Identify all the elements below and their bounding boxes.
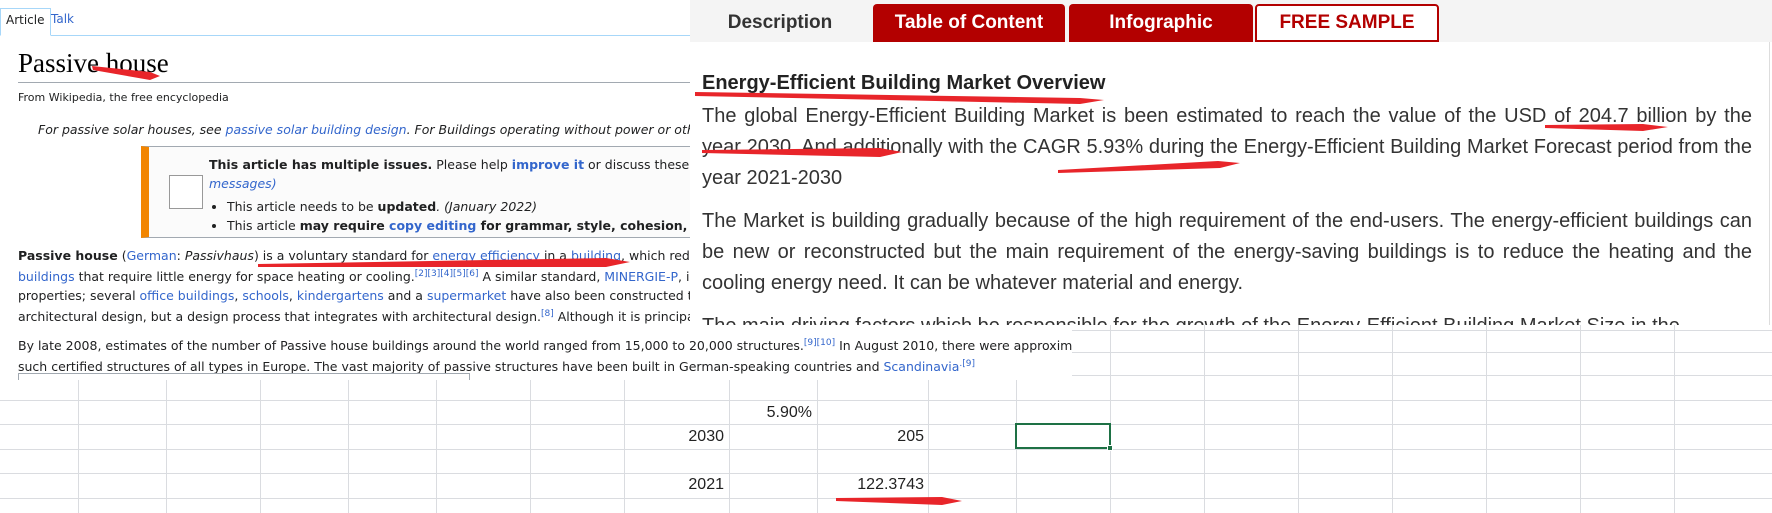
grid-row-line (0, 473, 1772, 474)
building-link[interactable]: building (571, 248, 621, 263)
report-tab-bar: Description Table of Content Infographic… (690, 0, 1772, 42)
wiki-tagline: From Wikipedia, the free encyclopedia (18, 91, 229, 104)
term-bold: Passive house (18, 248, 118, 263)
tab-infographic[interactable]: Infographic (1069, 4, 1253, 42)
issue-item-date: . (January 2022) (436, 199, 538, 214)
cell-value-end[interactable]: 205 (820, 428, 924, 446)
infobox-edge (18, 373, 470, 380)
grid-row-line (0, 498, 1772, 499)
panel-edge (1769, 42, 1770, 325)
hatnote-pre: For passive solar houses, see (38, 122, 226, 137)
tab-article[interactable]: Article (0, 8, 51, 36)
report-heading: Energy-Efficient Building Market Overvie… (702, 72, 1106, 94)
cell-cagr[interactable]: 5.90% (740, 404, 812, 422)
citation-refs[interactable]: [2][3][4][5][6] (415, 269, 479, 279)
issue-item-bold: updated (377, 199, 437, 214)
improve-link[interactable]: improve it (512, 157, 584, 172)
schools-link[interactable]: schools (242, 288, 289, 303)
issues-heading: This article has multiple issues. (209, 157, 433, 172)
paragraph: By late 2008, estimates of the number of… (18, 334, 1072, 376)
text: ( (117, 248, 127, 263)
issue-item-bold: may require (299, 218, 390, 233)
tab-talk[interactable]: Talk (46, 8, 79, 36)
broken-image-icon (169, 175, 203, 209)
text: architectural design, but a design proce… (18, 309, 541, 325)
supermarket-link[interactable]: supermarket (427, 288, 506, 303)
issue-item-text: This article (227, 218, 300, 233)
text: ) is a voluntary standard for (253, 248, 433, 263)
report-paragraph-partial: The main driving factors which be respon… (702, 311, 1752, 325)
grid-row-line (0, 424, 1772, 425)
copy-editing-link[interactable]: copy editing (389, 218, 476, 233)
report-paragraph: The global Energy-Efficient Building Mar… (702, 105, 1752, 189)
text: properties; several (18, 288, 140, 304)
german-link[interactable]: German (127, 248, 177, 263)
minergie-link[interactable]: MINERGIE-P (604, 269, 678, 284)
energy-efficiency-link[interactable]: energy efficiency (432, 248, 540, 263)
cell-value-start[interactable]: 122.3743 (820, 476, 924, 494)
citation-ref[interactable]: .[9] (959, 359, 975, 369)
cell-year-end[interactable]: 2030 (630, 428, 724, 446)
kindergartens-link[interactable]: kindergartens (297, 288, 384, 303)
citation-refs[interactable]: [9][10] (804, 338, 835, 348)
messages-link[interactable]: messages) (209, 176, 277, 191)
text: in a (539, 248, 571, 263)
hatnote-link[interactable]: passive solar building design (226, 122, 407, 137)
citation-ref[interactable]: [8] (541, 309, 554, 319)
text: By late 2008, estimates of the number of… (18, 338, 804, 354)
text: that require little energy for space hea… (74, 269, 415, 285)
page-title: Passive house (18, 48, 169, 78)
issue-item-text: This article needs to be (227, 199, 378, 214)
selected-cell[interactable] (1015, 423, 1113, 451)
issue-item: This article may require copy editing fo… (227, 216, 768, 235)
grid-row-line (0, 400, 1772, 401)
buildings-link[interactable]: buildings (18, 269, 75, 284)
report-description: Energy-Efficient Building Market Overvie… (702, 72, 1752, 325)
text: and a (383, 288, 427, 304)
grid-row-line (0, 449, 1772, 450)
scandinavia-link[interactable]: Scandinavia (884, 360, 960, 375)
tab-description[interactable]: Description (690, 4, 870, 42)
report-paragraph: The Market is building gradually because… (702, 210, 1752, 294)
free-sample-button[interactable]: FREE SAMPLE (1255, 4, 1439, 42)
cell-year-start[interactable]: 2021 (630, 476, 724, 494)
issues-text: Please help (432, 157, 512, 172)
text: In August 2010, there were approximately… (839, 338, 1072, 354)
text: A similar standard, (478, 269, 605, 285)
issues-notice-text: This article has multiple issues. Please… (209, 155, 768, 235)
market-report-panel: Description Table of Content Infographic… (690, 0, 1772, 325)
issue-item: This article needs to be updated. (Janua… (227, 197, 768, 216)
text: , (288, 288, 297, 304)
tab-table-of-content[interactable]: Table of Content (873, 4, 1065, 42)
fill-handle[interactable] (1107, 445, 1113, 451)
text: : (176, 248, 185, 263)
passivhaus-term: Passivhaus (184, 248, 254, 263)
office-buildings-link[interactable]: office buildings (140, 288, 235, 303)
